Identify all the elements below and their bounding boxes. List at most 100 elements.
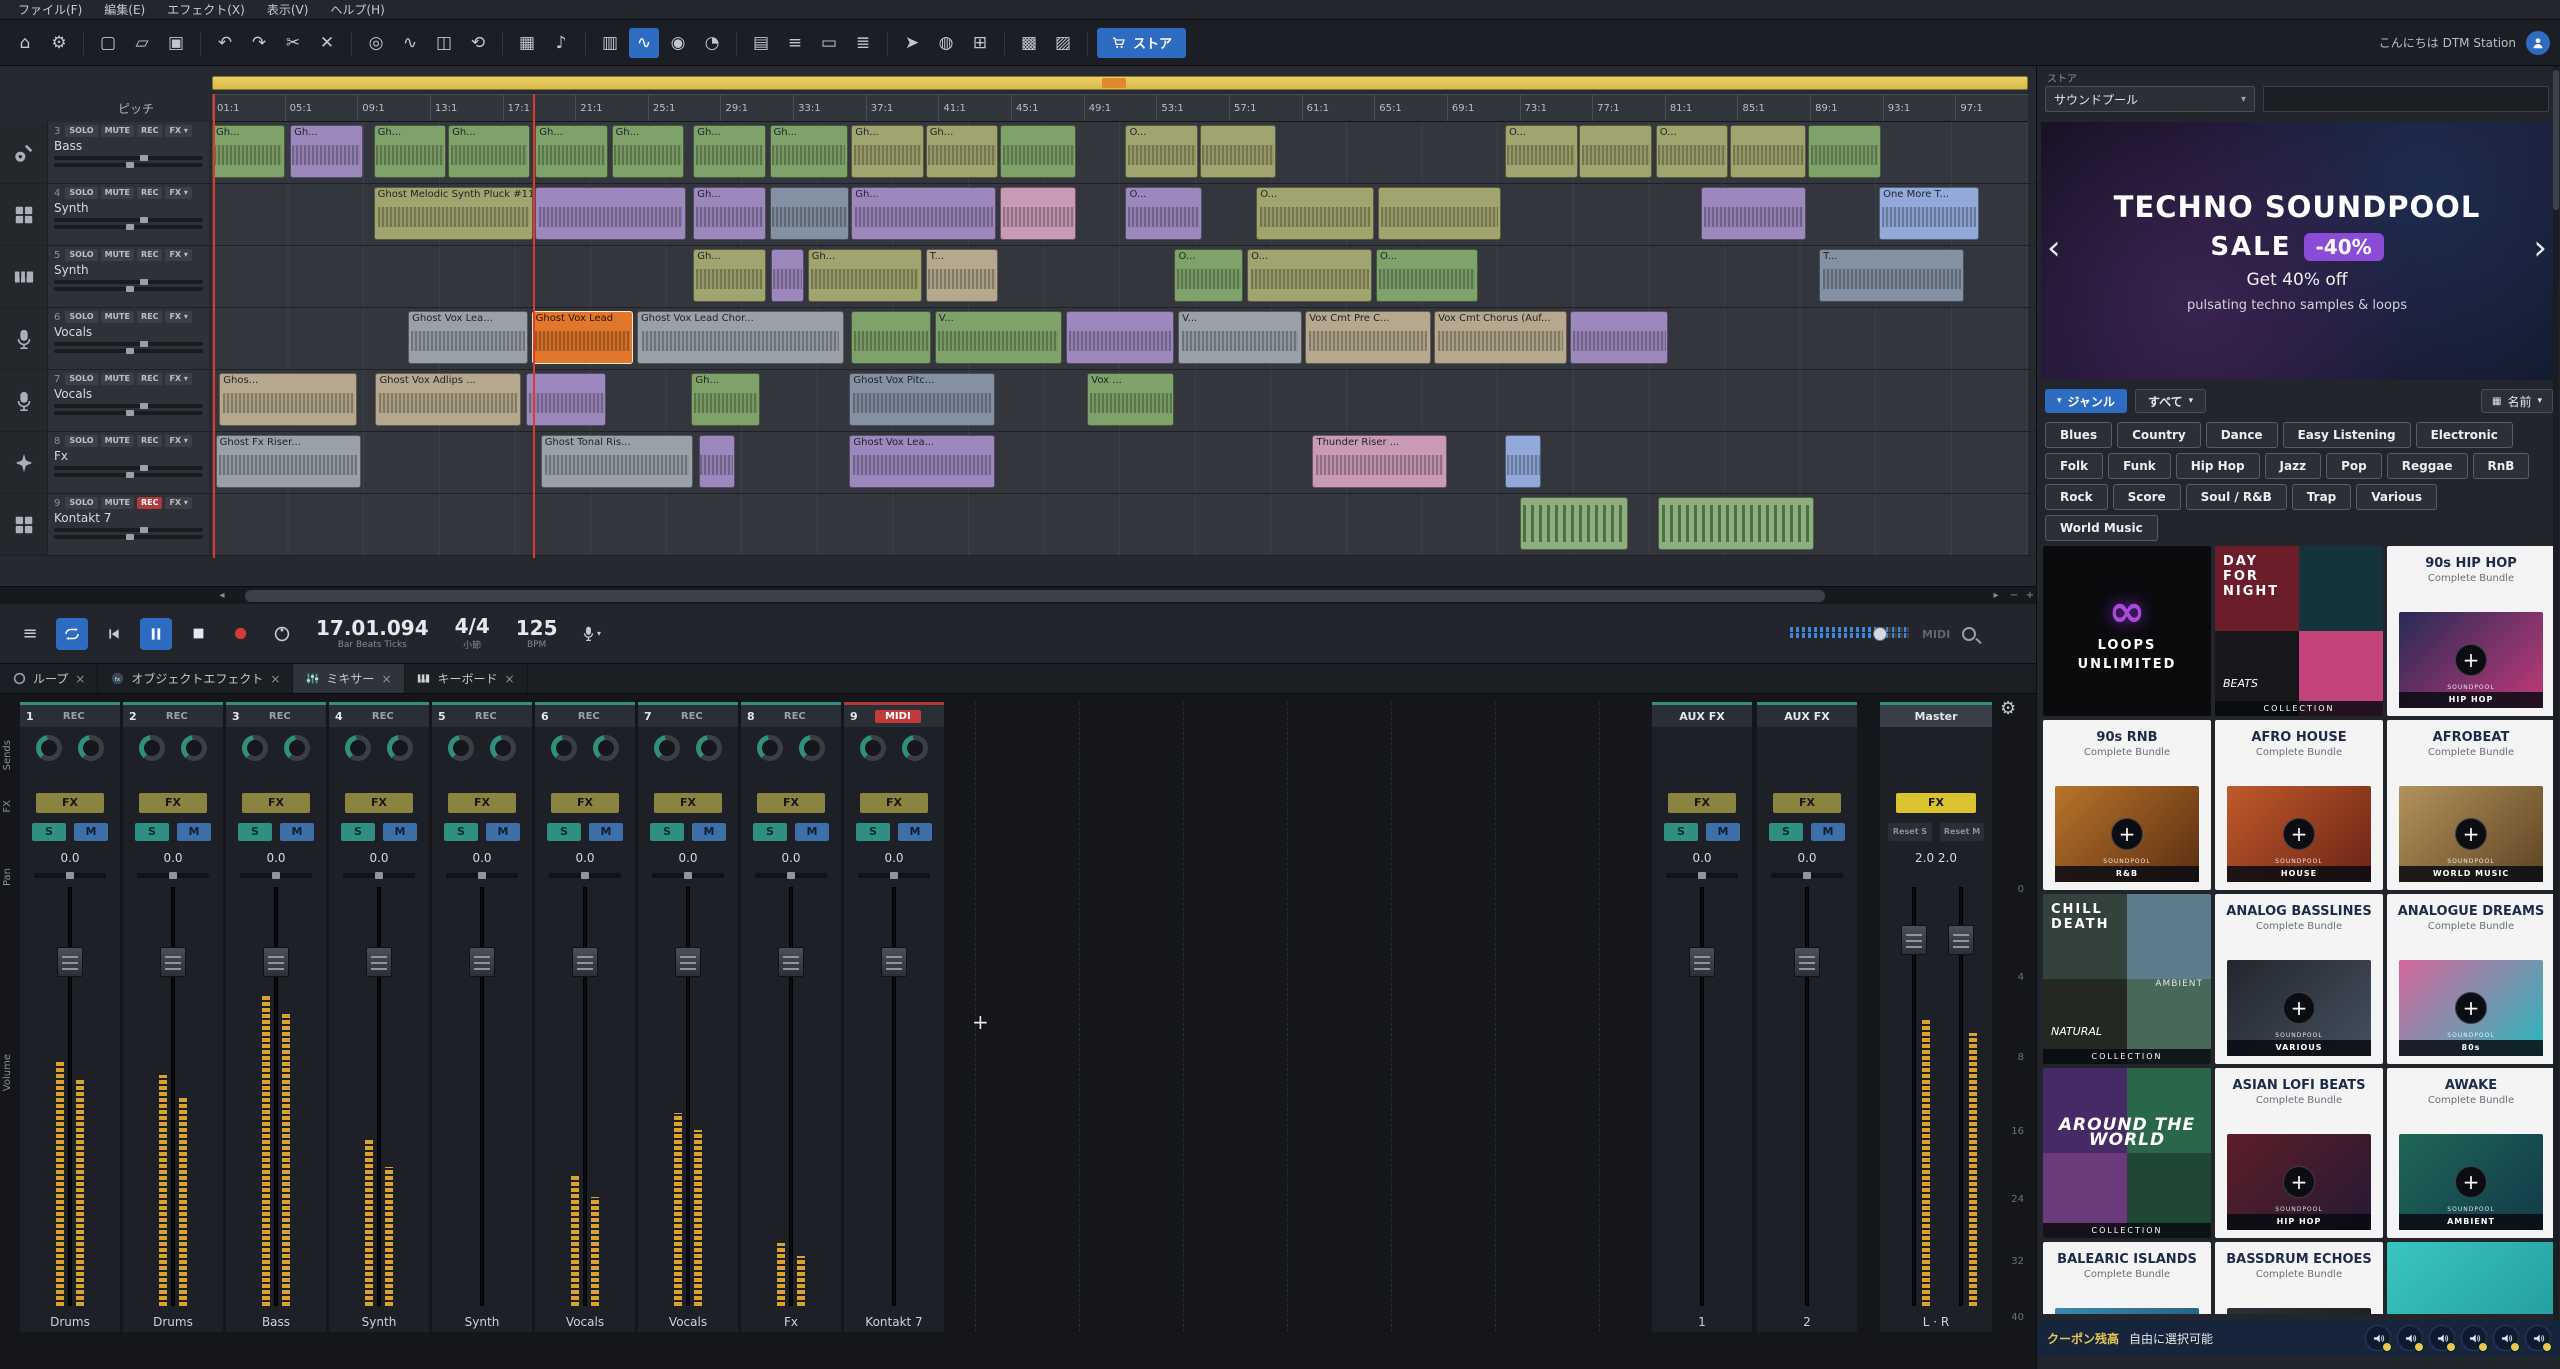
genre-button-rock[interactable]: Rock [2045, 484, 2108, 510]
mute-button[interactable]: MUTE [101, 125, 134, 137]
fader-handle[interactable] [1689, 947, 1715, 977]
slider-handle[interactable] [140, 527, 148, 533]
pan-slider[interactable] [549, 873, 621, 878]
clip-vox-cmt-pre-c[interactable]: Vox Cmt Pre C... [1305, 311, 1430, 364]
clip-o[interactable]: O... [1656, 125, 1729, 178]
reset-mute-button[interactable]: Reset M [1940, 823, 1984, 841]
slider-handle[interactable] [140, 465, 148, 471]
pan-handle[interactable] [478, 872, 486, 879]
record-input-icon[interactable]: ◍ [931, 28, 961, 58]
preview-audio-icon-2[interactable] [2397, 1325, 2423, 1351]
playback-menu-icon[interactable]: ≡ [14, 618, 46, 650]
object-mode-icon[interactable]: ◫ [429, 28, 459, 58]
mute-button[interactable]: M [177, 823, 211, 841]
clip[interactable] [1579, 125, 1652, 178]
genre-button-hip-hop[interactable]: Hip Hop [2176, 453, 2260, 479]
pan-handle[interactable] [1698, 872, 1706, 879]
redo-icon[interactable]: ↷ [244, 28, 274, 58]
send-knob-1[interactable] [36, 735, 62, 761]
scroll-left-arrow[interactable]: ◂ [214, 589, 230, 603]
genre-button-rnb[interactable]: RnB [2473, 453, 2530, 479]
product-card-loops[interactable]: ∞LOOPSUNLIMITED [2043, 546, 2211, 716]
clip[interactable] [1378, 187, 1501, 240]
clip[interactable] [1200, 125, 1276, 178]
send-knob-2[interactable] [902, 735, 928, 761]
monitoring-icon[interactable]: ◉ [663, 28, 693, 58]
time-display[interactable]: 17.01.094 Bar Beats Ticks [316, 618, 429, 650]
channel-fx-button[interactable]: FX [860, 793, 928, 813]
mute-button[interactable]: M [692, 823, 726, 841]
slider-handle[interactable] [126, 472, 134, 478]
track-volume-slider[interactable] [54, 342, 203, 346]
fx-button[interactable]: FX ▾ [165, 249, 191, 261]
arrangement-overview-bar[interactable] [212, 76, 2028, 90]
pan-slider[interactable] [858, 873, 930, 878]
fader-handle[interactable] [1948, 925, 1974, 955]
add-product-button[interactable]: + [2283, 818, 2315, 850]
send-knob-2[interactable] [799, 735, 825, 761]
clip-vox-cmt-chorus-auf[interactable]: Vox Cmt Chorus (Auf... [1434, 311, 1567, 364]
bpm-display[interactable]: 125 BPM [516, 618, 558, 650]
product-card-awake[interactable]: AWAKEComplete BundleSOUNDPOOLAMBIENT+ [2387, 1068, 2555, 1238]
tab-close-icon[interactable]: × [75, 672, 85, 686]
solo-button[interactable]: SOLO [65, 497, 97, 509]
all-filter-dropdown[interactable]: すべて ▾ [2135, 389, 2206, 413]
preview-audio-icon-3[interactable] [2429, 1325, 2455, 1351]
clip-gh[interactable]: Gh... [693, 187, 766, 240]
fader-handle[interactable] [572, 947, 598, 977]
loop-button[interactable] [56, 618, 88, 650]
select-tool-icon[interactable]: ➤ [897, 28, 927, 58]
banner-next-icon[interactable]: › [2533, 231, 2547, 265]
pan-handle[interactable] [1803, 872, 1811, 879]
mute-button[interactable]: MUTE [101, 497, 134, 509]
clip-gh[interactable]: Gh... [851, 125, 924, 178]
clip-gh[interactable]: Gh... [691, 373, 760, 426]
clip-ghost-fx-riser[interactable]: Ghost Fx Riser... [216, 435, 361, 488]
playhead[interactable] [533, 94, 535, 558]
track-header-9[interactable]: 9SOLOMUTERECFX ▾Kontakt 7 [0, 494, 209, 555]
slider-handle[interactable] [126, 410, 134, 416]
channel-fx-button[interactable]: FX [242, 793, 310, 813]
add-product-button[interactable]: + [2111, 818, 2143, 850]
clip-ghost-vox-lea[interactable]: Ghost Vox Lea... [408, 311, 528, 364]
clip-t[interactable]: T... [1819, 249, 1964, 302]
record-button[interactable] [224, 618, 256, 650]
rec-button[interactable]: REC [137, 125, 163, 137]
fader-handle[interactable] [675, 947, 701, 977]
user-avatar[interactable] [2526, 31, 2550, 55]
solo-button[interactable]: SOLO [65, 373, 97, 385]
mute-button[interactable]: M [74, 823, 108, 841]
pan-handle[interactable] [66, 872, 74, 879]
clip-o[interactable]: O... [1256, 187, 1374, 240]
track-lane-8[interactable]: Ghost Fx Riser...Ghost Tonal Ris...Ghost… [212, 432, 2028, 493]
track-lane-4[interactable]: Ghost Melodic Synth Pluck #110P 116.8 Gh.… [212, 184, 2028, 245]
channel-fx-button[interactable]: FX [551, 793, 619, 813]
solo-button[interactable]: S [547, 823, 581, 841]
clip-gh[interactable]: Gh... [290, 125, 363, 178]
rec-button[interactable]: REC [137, 373, 163, 385]
clip-t[interactable]: T... [926, 249, 999, 302]
clip-thunder-riser[interactable]: Thunder Riser ... [1312, 435, 1446, 488]
mute-button[interactable]: M [1811, 823, 1845, 841]
slider-handle[interactable] [140, 341, 148, 347]
clip[interactable] [535, 187, 686, 240]
pan-handle[interactable] [272, 872, 280, 879]
master-volume-slider[interactable] [1790, 626, 1910, 642]
clip-ghost-melodic-synth-pluck-110p-116-8[interactable]: Ghost Melodic Synth Pluck #110P 116.8 [374, 187, 534, 240]
store-search-input[interactable] [2263, 86, 2549, 112]
clip-ghos[interactable]: Ghos... [219, 373, 357, 426]
clip[interactable] [1808, 125, 1881, 178]
channel-fx-button[interactable]: FX [139, 793, 207, 813]
track-volume-slider[interactable] [54, 466, 203, 470]
clip-gh[interactable]: Gh... [693, 249, 766, 302]
send-knob-2[interactable] [181, 735, 207, 761]
send-knob-2[interactable] [387, 735, 413, 761]
horizontal-scrollbar[interactable]: ◂ ▸ − + [0, 586, 2036, 604]
rec-button[interactable]: REC [137, 435, 163, 447]
clip-v[interactable]: V... [1178, 311, 1301, 364]
fader-handle[interactable] [160, 947, 186, 977]
pan-handle[interactable] [581, 872, 589, 879]
mixer-window-icon[interactable]: ≡ [780, 28, 810, 58]
clip-o[interactable]: O... [1174, 249, 1243, 302]
send-knob-1[interactable] [654, 735, 680, 761]
